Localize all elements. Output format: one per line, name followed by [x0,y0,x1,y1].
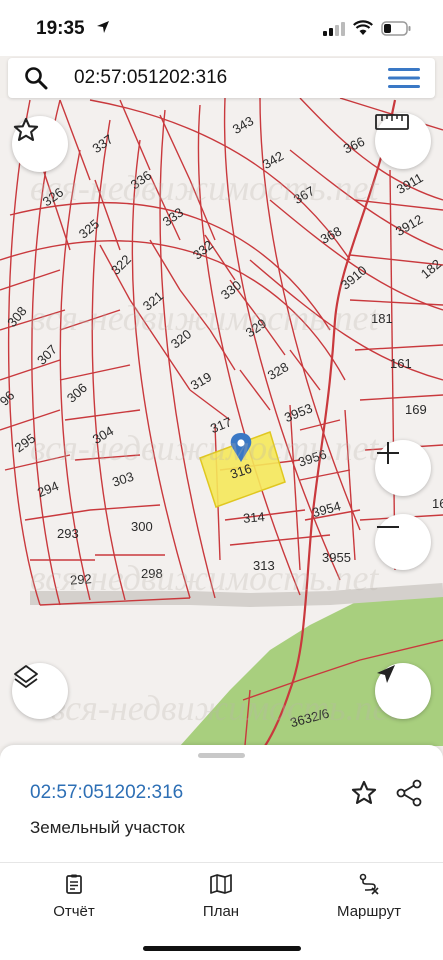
search-icon[interactable] [24,66,48,90]
parcel-label: 294 [35,478,61,500]
tab-plan[interactable]: План [166,873,276,920]
tab-report[interactable]: Отчёт [19,873,129,920]
parcel-label: 325 [76,216,102,241]
parcel-label: 322 [108,252,134,278]
watermark-text: вся-недвижимость.net [50,688,399,728]
minus-icon [377,526,399,528]
star-icon [13,117,39,141]
bottom-tab-bar: Отчёт План Маршрут [0,862,443,960]
watermark-text: вся-недвижимость.net [30,168,379,208]
navigation-arrow-icon [377,665,395,683]
zoom-out-button[interactable] [375,514,431,570]
map-plan-icon [210,874,232,894]
ruler-button[interactable] [375,113,431,169]
layers-button[interactable] [12,663,68,719]
status-time: 19:35 [36,18,85,39]
layers-icon [14,665,38,688]
parcel-label: 314 [242,509,265,526]
share-icon[interactable] [395,779,423,807]
parcel-label: 368 [318,223,344,246]
parcel-label: 161 [390,356,412,371]
parcel-label: 3953 [282,400,314,425]
route-icon [359,873,379,895]
report-icon [66,874,82,894]
parcel-label: 300 [131,519,153,534]
menu-icon[interactable] [388,67,420,89]
parcel-label: 182 [418,256,443,281]
parcel-label: 169 [405,402,427,417]
map-canvas[interactable]: 337 336 333 326 325 322 332 321 330 320 … [0,98,443,746]
parcel-label: 306 [64,380,90,406]
sheet-drag-handle[interactable] [198,753,245,758]
battery-icon [381,21,411,36]
tab-route[interactable]: Маршрут [314,873,424,920]
watermark-text: вся-недвижимость.net [30,428,379,468]
parcel-label: 16 [432,496,443,511]
location-arrow-icon [97,21,109,33]
favorite-star-button[interactable] [12,116,68,172]
tab-report-label: Отчёт [53,903,95,920]
tab-route-label: Маршрут [337,903,401,920]
parcel-label: 366 [341,134,367,157]
search-bar[interactable]: 02:57:051202:316 [8,58,435,98]
parcel-label: 319 [188,369,214,393]
parcel-label: 303 [110,469,135,490]
object-type-label: Земельный участок [30,818,185,837]
zoom-in-button[interactable] [375,440,431,496]
plus-icon [377,442,399,464]
parcel-label: 3911 [394,170,426,197]
cellular-signal-icon [323,22,345,36]
parcel-info-card[interactable]: 02:57:051202:316 Земельный участок [0,745,443,863]
parcel-label: 343 [230,113,256,137]
parcel-label: 307 [34,342,60,368]
home-indicator [143,946,301,951]
cadastral-map[interactable]: 337 336 333 326 325 322 332 321 330 320 … [0,98,443,746]
watermark-text: вся-недвижимость.net [30,298,379,338]
parcel-label: 328 [265,359,291,383]
parcel-label: 293 [57,526,79,541]
parcel-label: 3910 [338,262,370,292]
parcel-label: 96 [0,388,18,409]
ruler-icon [375,114,409,130]
favorite-star-icon[interactable] [350,779,378,807]
my-location-button[interactable] [375,663,431,719]
parcel-label: 337 [89,131,115,156]
status-bar: 19:35 [0,0,443,56]
tab-plan-label: План [202,903,240,920]
cadastral-number-link[interactable]: 02:57:051202:316 [30,782,183,804]
watermark-text: вся-недвижимость.net [30,558,379,598]
search-input[interactable]: 02:57:051202:316 [74,67,227,89]
wifi-icon [353,20,373,35]
